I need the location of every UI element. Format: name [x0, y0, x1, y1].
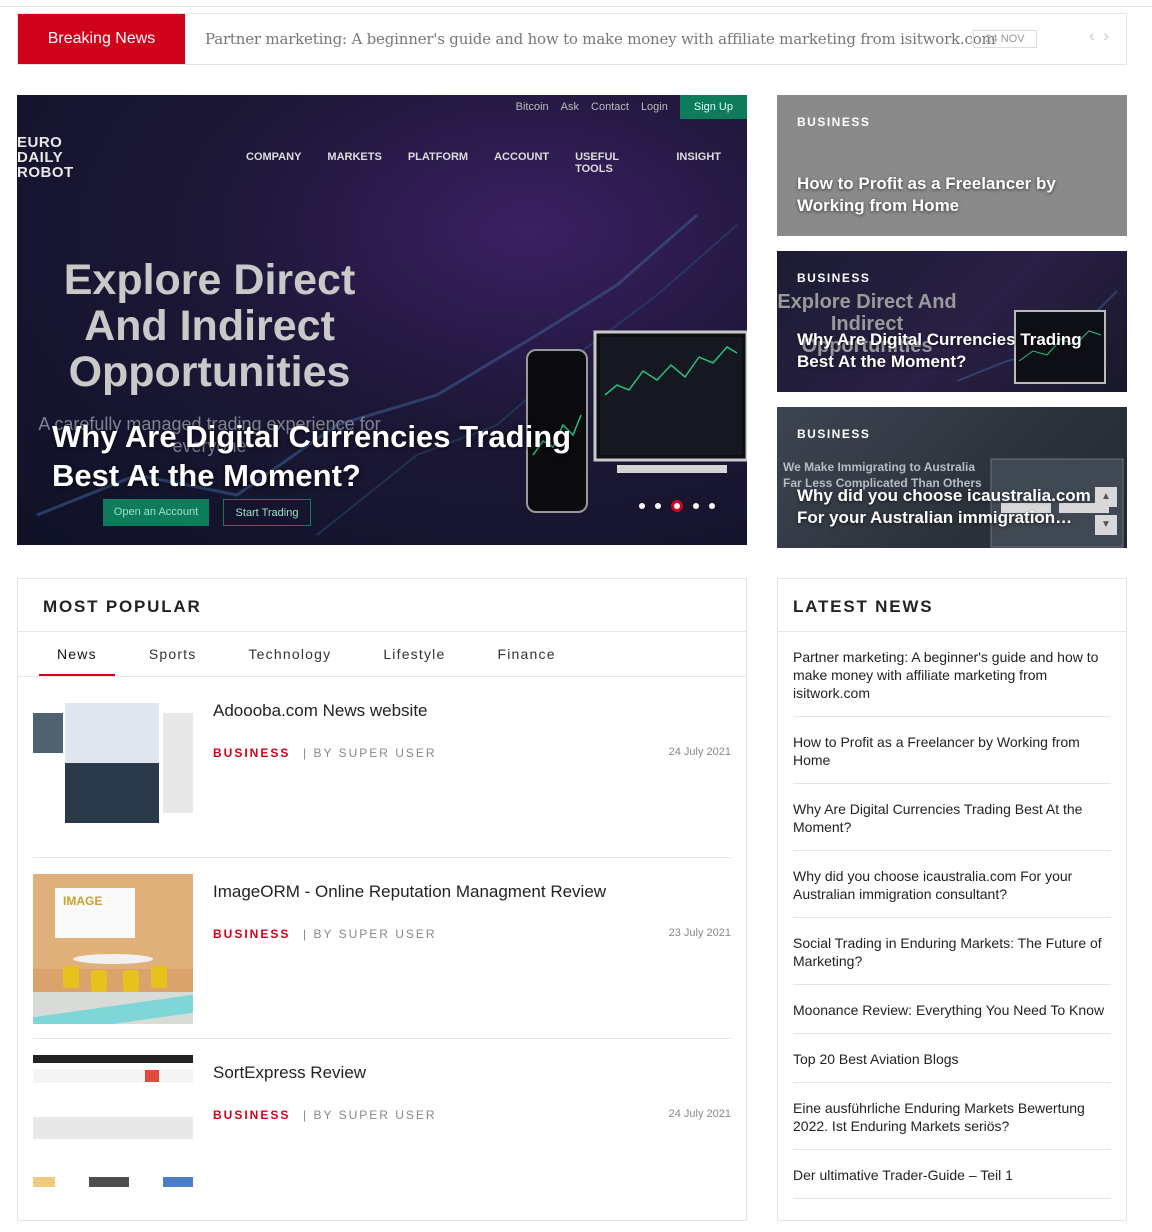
hero-menu-company[interactable]: COMPANY — [246, 151, 301, 175]
article-row: Adoooba.com News website BUSINESS | BY S… — [33, 677, 731, 858]
most-popular-title: MOST POPULAR — [43, 597, 202, 616]
side-card-category[interactable]: BUSINESS — [797, 427, 870, 441]
hero-menu-account[interactable]: ACCOUNT — [494, 151, 549, 175]
side-card-icaustralia[interactable]: We Make Immigrating to Australia Far Les… — [777, 407, 1127, 548]
article-row: SortExpress Review BUSINESS | BY SUPER U… — [33, 1039, 731, 1220]
panel-divider — [18, 631, 746, 632]
side-card-digital-currencies[interactable]: Explore Direct And Indirect Opportunitie… — [777, 251, 1127, 392]
latest-news-item[interactable]: Moonance Review: Everything You Need To … — [793, 985, 1111, 1034]
latest-news-list: Partner marketing: A beginner's guide an… — [793, 632, 1111, 1199]
article-thumbnail[interactable] — [33, 1055, 193, 1205]
hero-logo: EURO DAILY ROBOT — [17, 134, 74, 181]
article-date: 24 July 2021 — [668, 1108, 731, 1120]
side-card-title[interactable]: How to Profit as a Freelancer by Working… — [797, 173, 1102, 217]
store-logos-icon — [33, 1177, 193, 1187]
slider-dots — [639, 500, 725, 512]
slider-dot[interactable] — [693, 503, 699, 509]
tab-finance[interactable]: Finance — [479, 633, 573, 677]
chevron-down-icon[interactable]: ▼ — [1095, 515, 1117, 535]
latest-news-item[interactable]: Why Are Digital Currencies Trading Best … — [793, 784, 1111, 851]
breaking-news-headline[interactable]: Partner marketing: A beginner's guide an… — [205, 14, 996, 64]
image-logo-icon: IMAGE — [63, 894, 103, 908]
top-divider — [0, 6, 1152, 7]
tab-technology[interactable]: Technology — [230, 633, 349, 677]
hero-topnav-login[interactable]: Login — [641, 101, 668, 113]
breaking-news-label: Breaking News — [18, 14, 185, 64]
article-date: 23 July 2021 — [668, 927, 731, 939]
hero-background-headline: Explore Direct And Indirect Opportunitie… — [63, 256, 356, 396]
slider-dot-active[interactable] — [671, 500, 683, 512]
breaking-news-bar: Breaking News Partner marketing: A begin… — [17, 13, 1127, 65]
slider-dot[interactable] — [639, 503, 645, 509]
tab-news[interactable]: News — [39, 633, 115, 677]
hero-menu-markets[interactable]: MARKETS — [327, 151, 381, 175]
popular-tabs: News Sports Technology Lifestyle Finance — [39, 633, 590, 677]
hero-slider[interactable]: Bitcoin Ask Contact Login Sign Up EURO D… — [17, 95, 747, 545]
side-card-title[interactable]: Why Are Digital Currencies Trading Best … — [797, 329, 1102, 373]
chevron-left-right-icon[interactable]: ‹ › — [1089, 26, 1111, 46]
tab-lifestyle[interactable]: Lifestyle — [365, 633, 463, 677]
slider-dot[interactable] — [655, 503, 661, 509]
hero-top-nav: Bitcoin Ask Contact Login Sign Up — [516, 95, 747, 119]
side-card-freelancer[interactable]: BUSINESS How to Profit as a Freelancer b… — [777, 95, 1127, 236]
article-thumbnail[interactable] — [33, 693, 193, 843]
article-category[interactable]: BUSINESS — [213, 746, 290, 760]
hero-start-trading-button: Start Trading — [223, 499, 311, 526]
side-card-arrows: ▲ ▼ — [1095, 487, 1117, 543]
hero-topnav-contact[interactable]: Contact — [591, 101, 629, 113]
hero-topnav-signup[interactable]: Sign Up — [679, 95, 747, 119]
article-thumbnail[interactable]: IMAGE — [33, 874, 193, 1024]
hero-topnav-ask[interactable]: Ask — [561, 101, 579, 113]
article-author: | BY SUPER USER — [303, 746, 437, 760]
latest-news-item[interactable]: Der ultimative Trader-Guide – Teil 1 — [793, 1150, 1111, 1199]
article-title[interactable]: SortExpress Review — [213, 1063, 366, 1083]
article-title[interactable]: ImageORM - Online Reputation Managment R… — [213, 882, 606, 902]
latest-news-item[interactable]: How to Profit as a Freelancer by Working… — [793, 717, 1111, 784]
chevron-up-icon[interactable]: ▲ — [1095, 487, 1117, 507]
article-date: 24 July 2021 — [668, 746, 731, 758]
article-title[interactable]: Adoooba.com News website — [213, 701, 428, 721]
hero-topnav-bitcoin[interactable]: Bitcoin — [516, 101, 549, 113]
article-category[interactable]: BUSINESS — [213, 927, 290, 941]
latest-news-item[interactable]: Top 20 Best Aviation Blogs — [793, 1034, 1111, 1083]
side-card-category[interactable]: BUSINESS — [797, 271, 870, 285]
article-category[interactable]: BUSINESS — [213, 1108, 290, 1122]
latest-news-panel: LATEST NEWS Partner marketing: A beginne… — [777, 578, 1127, 1221]
hero-title[interactable]: Why Are Digital Currencies Trading Best … — [52, 417, 612, 495]
hero-menu-platform[interactable]: PLATFORM — [408, 151, 468, 175]
tab-sports[interactable]: Sports — [131, 633, 215, 677]
most-popular-panel: MOST POPULAR News Sports Technology Life… — [17, 578, 747, 1221]
hero-menu-useful-tools[interactable]: USEFUL TOOLS — [575, 151, 650, 175]
latest-news-item[interactable]: Eine ausführliche Enduring Markets Bewer… — [793, 1083, 1111, 1150]
hero-menu: COMPANY MARKETS PLATFORM ACCOUNT USEFUL … — [246, 151, 747, 175]
latest-news-title: LATEST NEWS — [793, 597, 934, 616]
hero-open-account-button: Open an Account — [103, 499, 209, 526]
latest-news-item[interactable]: Partner marketing: A beginner's guide an… — [793, 632, 1111, 717]
breaking-news-date: 24 NOV — [973, 30, 1037, 48]
article-row: IMAGE ImageORM - Online Reputation Manag… — [33, 858, 731, 1039]
side-card-title[interactable]: Why did you choose icaustralia.com For y… — [797, 485, 1102, 529]
hero-menu-insight[interactable]: INSIGHT — [676, 151, 721, 175]
latest-news-item[interactable]: Social Trading in Enduring Markets: The … — [793, 918, 1111, 985]
latest-news-item[interactable]: Why did you choose icaustralia.com For y… — [793, 851, 1111, 918]
article-author: | BY SUPER USER — [303, 927, 437, 941]
article-author: | BY SUPER USER — [303, 1108, 437, 1122]
side-card-category[interactable]: BUSINESS — [797, 115, 870, 129]
slider-dot[interactable] — [709, 503, 715, 509]
